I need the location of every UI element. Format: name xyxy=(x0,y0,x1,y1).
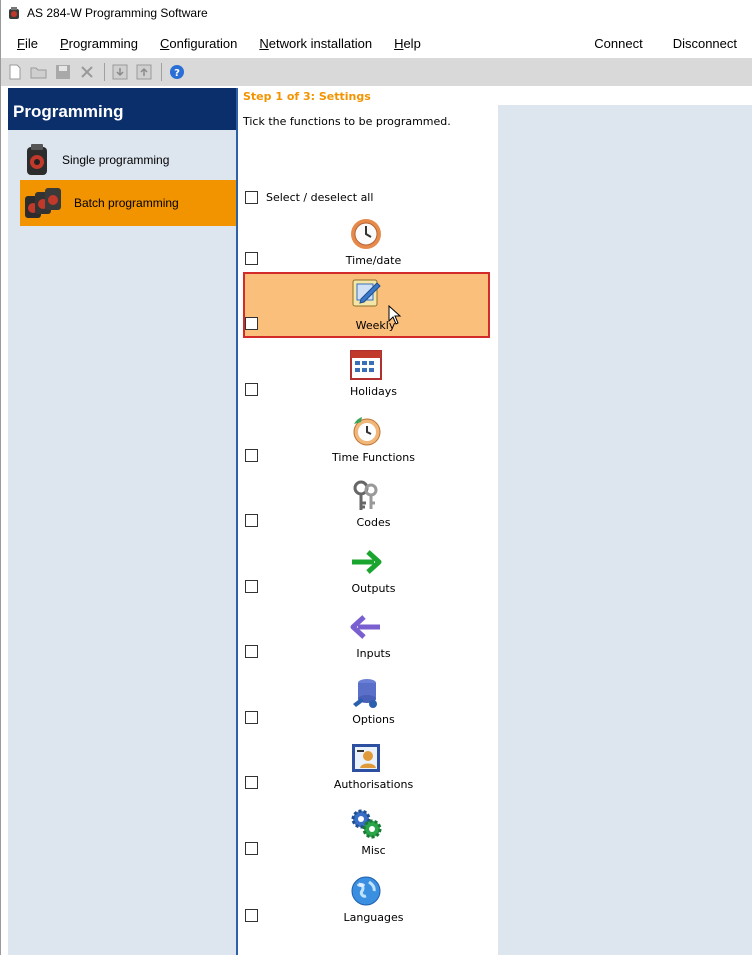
menu-connect[interactable]: Connect xyxy=(594,36,642,51)
function-label: Time Functions xyxy=(332,451,415,464)
options-icon xyxy=(348,675,384,711)
arrow-left-icon xyxy=(348,609,384,645)
sidebar: Programming Single programming Batch pro… xyxy=(8,88,238,955)
gears-icon xyxy=(348,806,384,842)
menu-disconnect[interactable]: Disconnect xyxy=(673,36,737,51)
save-icon[interactable] xyxy=(52,61,74,83)
function-label: Inputs xyxy=(356,647,391,660)
title-bar: AS 284-W Programming Software xyxy=(1,0,752,26)
svg-text:?: ? xyxy=(174,68,180,79)
function-label: Outputs xyxy=(351,582,396,595)
toolbar-separator xyxy=(104,63,105,81)
function-label: Authorisations xyxy=(333,778,414,791)
open-folder-icon[interactable] xyxy=(28,61,50,83)
sidebar-item-single-programming[interactable]: Single programming xyxy=(20,137,236,183)
menu-file[interactable]: File xyxy=(1,36,38,51)
main-panel: Step 1 of 3: Settings Tick the functions… xyxy=(240,88,752,955)
time-functions-icon xyxy=(348,413,384,449)
weekly-notepad-icon xyxy=(348,274,384,310)
delete-icon[interactable] xyxy=(76,61,98,83)
function-item-time-functions[interactable]: Time Functions xyxy=(243,411,490,477)
function-label: Options xyxy=(352,713,395,726)
help-icon[interactable]: ? xyxy=(166,61,188,83)
clock-icon xyxy=(348,216,384,252)
toolbar-separator xyxy=(161,63,162,81)
select-all-checkbox[interactable] xyxy=(245,191,258,204)
function-item-options[interactable]: Options xyxy=(243,673,490,739)
function-label: Languages xyxy=(343,911,404,924)
function-label: Weekly xyxy=(355,319,396,332)
calendar-icon xyxy=(348,347,384,383)
toolbar: ? xyxy=(1,58,752,86)
batch-devices-icon xyxy=(25,188,61,218)
function-item-languages[interactable]: Languages xyxy=(243,871,490,937)
menu-programming[interactable]: Programming xyxy=(38,36,138,51)
authorisations-icon xyxy=(348,740,384,776)
function-item-time-date[interactable]: Time/date xyxy=(243,214,490,280)
window-title: AS 284-W Programming Software xyxy=(27,6,208,20)
function-label: Holidays xyxy=(349,385,398,398)
function-list: Tick the functions to be programmed. Sel… xyxy=(240,105,498,955)
new-document-icon[interactable] xyxy=(4,61,26,83)
function-label: Misc xyxy=(361,844,386,857)
download-icon[interactable] xyxy=(109,61,131,83)
app-icon xyxy=(9,7,19,19)
connection-menu: Connect Disconnect xyxy=(594,36,752,51)
select-all-row[interactable]: Select / deselect all xyxy=(245,191,373,204)
function-item-outputs[interactable]: Outputs xyxy=(243,542,490,608)
sidebar-item-label: Batch programming xyxy=(74,196,179,210)
menu-configuration[interactable]: Configuration xyxy=(138,36,237,51)
sidebar-item-label: Single programming xyxy=(62,153,170,167)
arrow-right-icon xyxy=(348,544,384,580)
menu-network-installation[interactable]: Network installation xyxy=(237,36,372,51)
function-label: Time/date xyxy=(345,254,402,267)
function-item-weekly[interactable]: Weekly xyxy=(243,272,490,338)
upload-icon[interactable] xyxy=(133,61,155,83)
instructions-text: Tick the functions to be programmed. xyxy=(243,115,451,128)
function-item-holidays[interactable]: Holidays xyxy=(243,345,490,411)
menu-bar: File Programming Configuration Network i… xyxy=(1,30,752,56)
function-item-codes[interactable]: Codes xyxy=(243,476,490,542)
single-device-icon xyxy=(27,144,47,175)
function-label: Codes xyxy=(356,516,391,529)
keys-icon xyxy=(348,478,384,514)
step-title: Step 1 of 3: Settings xyxy=(240,88,752,105)
select-all-label: Select / deselect all xyxy=(266,191,374,204)
globe-icon xyxy=(348,873,384,909)
sidebar-item-batch-programming[interactable]: Batch programming xyxy=(20,180,236,226)
application-window: AS 284-W Programming Software File Progr… xyxy=(0,0,752,955)
function-item-inputs[interactable]: Inputs xyxy=(243,607,490,673)
function-item-authorisations[interactable]: Authorisations xyxy=(243,738,490,804)
sidebar-header: Programming xyxy=(8,88,236,130)
function-item-misc[interactable]: Misc xyxy=(243,804,490,870)
menu-help[interactable]: Help xyxy=(372,36,421,51)
